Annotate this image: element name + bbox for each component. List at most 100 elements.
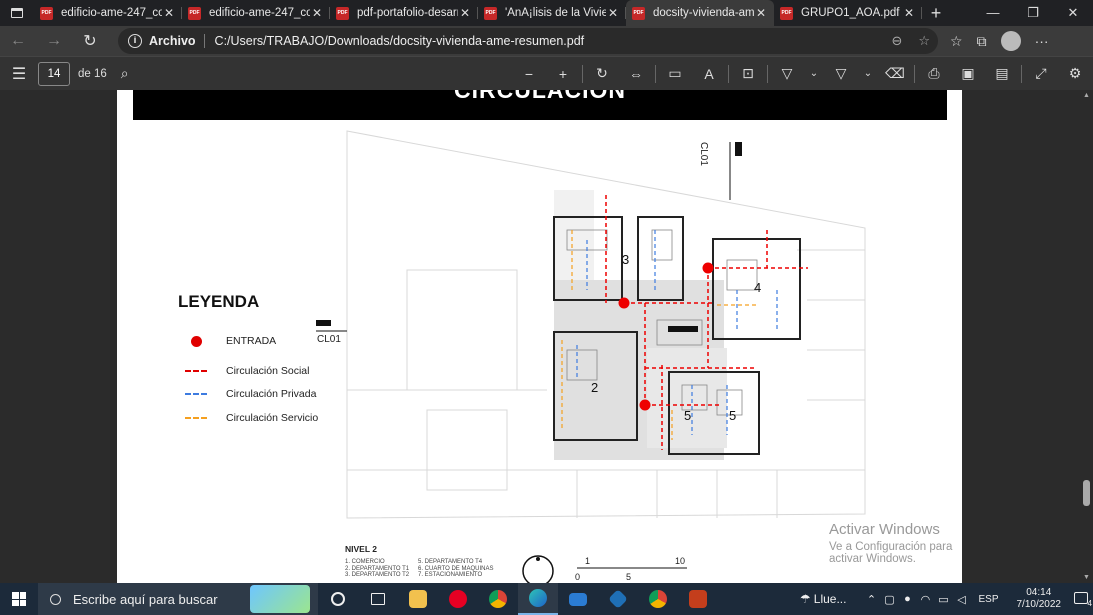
info-icon[interactable]: i [128,34,142,48]
file-explorer-icon[interactable] [398,583,438,615]
page-number-input[interactable]: 14 [38,61,70,86]
notification-count: 4 [1087,599,1092,608]
legend-label: Circulación Privada [226,388,317,400]
page-view-icon[interactable]: ▭ [658,65,692,82]
tab-title: docsity-vivienda-ame- [653,7,754,19]
note-line: 7. ESTACIONAMIENTO [418,572,483,578]
tab-2[interactable]: PDF pdf-portafolio-desarro ✕ [330,0,478,26]
pdf-file-icon: PDF [188,6,201,20]
input-language[interactable]: ESP [978,594,998,605]
save-as-icon[interactable]: ▤ [985,65,1019,82]
pdf-viewer[interactable]: CIRCULACION 3 4 2 5 5 LEYENDA ENTRADA Ci… [0,90,1093,583]
refresh-icon[interactable]: ↻ [72,31,108,51]
notes-column-1: 1. COMERCIO 2. DEPARTAMENTO T1 3. DEPARTAM… [345,559,409,579]
back-icon[interactable]: ← [0,32,36,50]
tab-1[interactable]: PDF edificio-ame-247_com✕ [182,0,330,26]
task-view-icon[interactable] [358,583,398,615]
close-tab-icon[interactable]: ✕ [902,6,916,20]
sketchup-icon[interactable] [598,583,638,615]
pdf-file-icon: PDF [780,6,793,20]
fit-page-icon[interactable]: ⇔ [619,66,653,82]
tab-title: edificio-ame-247_com [61,7,162,19]
taskbar-search-text: Escribe aquí para buscar [73,591,218,607]
tab-4[interactable]: PDF docsity-vivienda-ame- ✕ [626,0,774,26]
tab-title: pdf-portafolio-desarro [357,7,458,19]
scrollbar-thumb[interactable] [1083,480,1090,506]
forward-icon[interactable]: → [36,32,72,50]
close-tab-icon[interactable]: ✕ [310,6,324,20]
powerpoint-icon[interactable] [678,583,718,615]
restore-icon[interactable]: ❐ [1013,0,1053,26]
legend-item: Circulación Social [184,365,309,377]
print-icon[interactable]: ⎙ [917,65,951,82]
taskbar-search[interactable]: Escribe aquí para buscar [38,583,318,615]
zoom-icon[interactable]: ⊖ [891,33,902,49]
clock[interactable]: 04:14 7/10/2022 [1017,587,1062,611]
scrollbar[interactable]: ▲ ▼ [1080,90,1093,583]
chrome-icon[interactable] [478,583,518,615]
rotate-icon[interactable]: ↻ [585,65,619,82]
volume-icon[interactable]: ◁ [952,593,970,606]
new-tab-button[interactable]: + [922,3,950,24]
tab-strip: PDFedificio-ame-247_com✕PDFedificio-ame-… [0,0,1093,26]
tab-0[interactable]: PDF edificio-ame-247_com✕ [34,0,182,26]
close-tab-icon[interactable]: ✕ [754,6,768,20]
save-icon[interactable]: ▣ [951,65,985,82]
scroll-down-icon[interactable]: ▼ [1083,574,1090,581]
pinterest-icon[interactable] [438,583,478,615]
chrome-profile-icon[interactable] [638,583,678,615]
show-hidden-icons-icon[interactable]: ⌃ [862,593,880,606]
zoom-out-icon[interactable]: − [512,66,546,82]
draw-options-chevron-icon[interactable]: ⌄ [804,68,824,79]
zoom-in-icon[interactable]: + [546,66,580,82]
more-menu-icon[interactable]: ··· [1035,33,1049,49]
erase-icon[interactable]: ⌫ [878,65,912,82]
tab-3[interactable]: PDF 'AnÃ¡lisis de la Viviend✕ [478,0,626,26]
close-tab-icon[interactable]: ✕ [162,6,176,20]
highlight-icon[interactable]: ▽ [824,65,858,82]
contents-menu-icon[interactable]: ☰ [0,64,38,84]
favorites-icon[interactable]: ☆ [950,33,963,50]
close-window-icon[interactable]: ✕ [1053,0,1093,26]
tab-actions-icon[interactable] [0,0,34,26]
close-tab-icon[interactable]: ✕ [458,6,472,20]
antivirus-icon[interactable]: ● [898,593,916,605]
read-aloud-icon[interactable]: A [692,66,726,82]
unit-label: 2 [591,380,599,395]
add-favorite-icon[interactable]: ☆ [918,33,930,49]
mail-icon[interactable] [558,583,598,615]
draw-icon[interactable]: ▽ [770,65,804,82]
scroll-up-icon[interactable]: ▲ [1083,92,1090,99]
activation-watermark-text: Ve a Configuración para activar Windows. [829,541,953,565]
legend-label: Circulación Servicio [226,412,319,424]
address-bar[interactable]: i Archivo C:/Users/TRABAJO/Downloads/doc… [118,28,938,54]
url-text[interactable]: C:/Users/TRABAJO/Downloads/docsity-vivie… [215,34,585,48]
address-toolbar: ← → ↻ i Archivo C:/Users/TRABAJO/Downloa… [0,26,1093,56]
legend-label: Circulación Social [226,365,310,377]
settings-gear-icon[interactable]: ⚙ [1058,65,1092,82]
battery-icon[interactable]: ▭ [934,593,952,606]
level-title: NIVEL 2 [345,544,377,554]
unit-label: 4 [754,280,762,295]
highlight-options-chevron-icon[interactable]: ⌄ [858,68,878,79]
fullscreen-icon[interactable]: ⤢ [1024,65,1058,82]
scale-label: 0 [575,572,581,582]
wifi-icon[interactable]: ◠ [916,593,934,606]
section-label-left: CL01 [317,334,341,345]
notifications-icon[interactable]: 4 [1071,590,1093,608]
cortana-icon[interactable] [318,583,358,615]
tab-5[interactable]: PDF GRUPO1_AOA.pdf ✕ [774,0,922,26]
meet-now-icon[interactable]: ▢ [880,593,898,606]
minimize-icon[interactable]: — [973,0,1013,26]
start-button[interactable] [0,592,38,606]
weather-widget[interactable]: ☂ Llue... [800,592,847,606]
edge-icon[interactable] [518,583,558,615]
dashed-line-icon [185,417,207,419]
avatar[interactable] [1000,31,1021,51]
close-tab-icon[interactable]: ✕ [606,6,620,20]
collections-icon[interactable]: ⧉ [977,33,987,50]
search-icon[interactable]: ⌕ [121,65,129,82]
scale-label: 10 [675,556,686,566]
text-box-icon[interactable]: ⊡ [731,65,765,82]
legend-label: ENTRADA [226,335,277,347]
